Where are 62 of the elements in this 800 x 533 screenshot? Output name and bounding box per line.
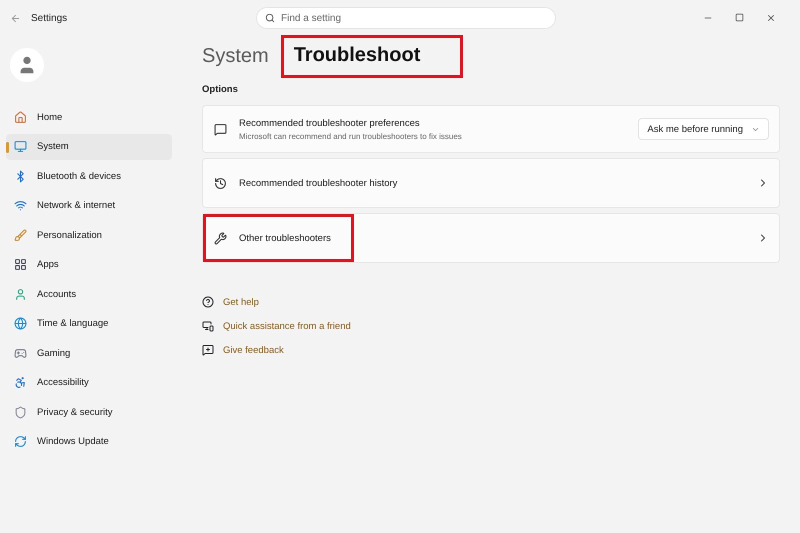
sidebar-item[interactable]: Accessibility bbox=[6, 370, 172, 396]
nav-label: Home bbox=[37, 112, 62, 122]
nav-icon bbox=[14, 140, 27, 153]
option-icon bbox=[214, 232, 227, 244]
sidebar-item[interactable]: System bbox=[6, 134, 172, 160]
settings-card[interactable]: Recommended troubleshooter history bbox=[202, 158, 780, 208]
page-title: Troubleshoot bbox=[280, 34, 464, 78]
nav-icon bbox=[14, 346, 27, 360]
option-title: Other troubleshooters bbox=[239, 232, 331, 244]
option-icon bbox=[214, 176, 227, 190]
option-description: Microsoft can recommend and run troubleshooters to fix issues bbox=[239, 132, 462, 140]
nav-label: Privacy & security bbox=[37, 406, 112, 418]
nav-icon bbox=[14, 110, 27, 124]
sidebar-item[interactable]: Privacy & security bbox=[6, 399, 172, 425]
window-title: Settings bbox=[31, 12, 68, 24]
restore-icon[interactable] bbox=[735, 13, 744, 22]
nav-label: Time & language bbox=[37, 318, 108, 329]
close-icon[interactable] bbox=[766, 13, 776, 23]
settings-card[interactable]: Other troubleshooters bbox=[202, 213, 780, 263]
nav-icon bbox=[14, 317, 27, 330]
nav-icon bbox=[14, 228, 27, 242]
nav-label: System bbox=[37, 141, 69, 152]
sidebar-item[interactable]: Network & internet bbox=[6, 192, 172, 218]
help-link[interactable]: Quick assistance from a friend bbox=[223, 320, 351, 332]
sidebar-item[interactable]: Apps bbox=[6, 252, 172, 278]
back-icon[interactable] bbox=[10, 12, 21, 24]
help-link[interactable]: Give feedback bbox=[223, 344, 284, 356]
preference-dropdown[interactable]: Ask me before running bbox=[638, 118, 769, 140]
option-icon bbox=[214, 122, 227, 136]
sidebar-item[interactable]: Personalization bbox=[6, 222, 172, 248]
nav-icon bbox=[14, 376, 27, 389]
nav-label: Gaming bbox=[37, 348, 70, 358]
nav-label: Network & internet bbox=[37, 200, 116, 211]
avatar bbox=[10, 48, 44, 82]
nav-label: Accounts bbox=[37, 288, 76, 300]
sidebar-item[interactable]: Windows Update bbox=[6, 428, 172, 454]
sidebar-item[interactable]: Time & language bbox=[6, 310, 172, 336]
help-icon bbox=[202, 320, 214, 332]
option-title: Recommended troubleshooter preferences bbox=[239, 118, 421, 128]
nav-icon bbox=[14, 170, 27, 182]
nav-label: Personalization bbox=[37, 230, 102, 240]
section-heading: Options bbox=[202, 84, 239, 95]
nav-icon bbox=[14, 406, 27, 418]
nav-label: Bluetooth & devices bbox=[37, 170, 121, 182]
sidebar-item[interactable]: Gaming bbox=[6, 340, 172, 366]
nav-icon bbox=[14, 288, 27, 300]
nav-label: Apps bbox=[37, 259, 59, 270]
breadcrumb-link[interactable]: System bbox=[202, 44, 269, 68]
nav-label: Windows Update bbox=[37, 436, 109, 447]
help-icon bbox=[202, 296, 214, 308]
sidebar-item[interactable]: Home bbox=[6, 104, 172, 130]
sidebar-item[interactable]: Bluetooth & devices bbox=[6, 163, 172, 189]
search-icon bbox=[265, 13, 275, 23]
nav-label: Accessibility bbox=[37, 377, 89, 388]
search-field[interactable]: Find a setting bbox=[256, 7, 556, 29]
nav-icon bbox=[14, 435, 27, 448]
option-title: Recommended troubleshooter history bbox=[239, 178, 398, 188]
settings-card[interactable]: Recommended troubleshooter preferences Microsoft can recommend and run troubleshooters to fix issues Ask me before running bbox=[202, 105, 780, 153]
help-link[interactable]: Get help bbox=[223, 296, 259, 308]
nav-icon bbox=[14, 258, 27, 271]
help-icon bbox=[202, 344, 214, 356]
sidebar-item[interactable]: Accounts bbox=[6, 281, 172, 307]
